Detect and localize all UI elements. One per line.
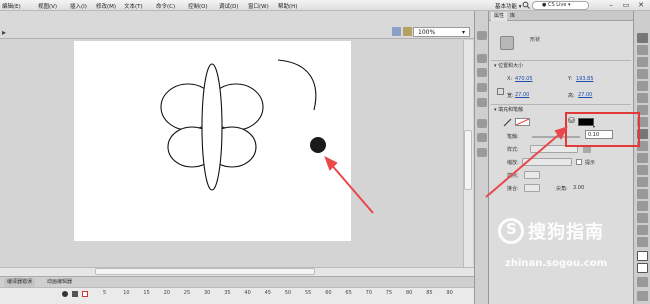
- app-window: 编辑(E) 视图(V) 插入(I) 修改(M) 文本(T) 命令(C) 控制(O…: [0, 0, 650, 304]
- annotation-arrows: [324, 126, 568, 214]
- arrow-to-dot: [329, 162, 374, 214]
- arrow-to-fill: [485, 131, 563, 198]
